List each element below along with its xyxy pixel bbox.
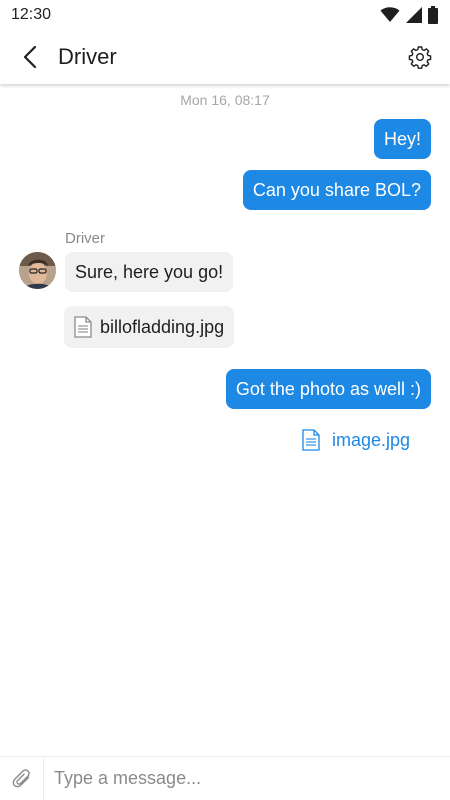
avatar-image <box>19 252 56 289</box>
battery-icon <box>428 6 438 24</box>
incoming-message[interactable]: Sure, here you go! <box>65 252 234 292</box>
settings-button[interactable] <box>400 37 440 77</box>
chevron-left-icon <box>23 45 37 69</box>
paperclip-icon <box>12 768 30 787</box>
chat-screen: 12:30 Driver Mon 16, 08:17 Hey! Can you … <box>0 0 450 800</box>
status-icons <box>380 6 438 24</box>
incoming-file-attachment[interactable]: billofladding.jpg <box>64 306 235 348</box>
outgoing-message[interactable]: Got the photo as well :) <box>225 369 431 409</box>
file-name: billofladding.jpg <box>100 316 225 337</box>
message-timestamp: Mon 16, 08:17 <box>180 92 270 108</box>
attach-button[interactable] <box>0 756 44 800</box>
gear-icon <box>408 46 432 69</box>
file-icon <box>302 429 320 451</box>
outgoing-message[interactable]: Can you share BOL? <box>242 170 431 210</box>
wifi-icon <box>380 7 400 23</box>
page-title: Driver <box>58 44 117 69</box>
message-composer <box>0 756 450 800</box>
file-name: image.jpg <box>332 429 411 450</box>
avatar[interactable] <box>19 252 56 289</box>
outgoing-file-attachment[interactable]: image.jpg <box>302 426 410 454</box>
status-bar: 12:30 <box>0 0 450 30</box>
message-list[interactable]: Mon 16, 08:17 Hey! Can you share BOL? Dr… <box>0 84 450 756</box>
status-time: 12:30 <box>11 6 52 23</box>
app-bar: Driver <box>0 30 450 84</box>
back-button[interactable] <box>10 37 50 77</box>
sender-name: Driver <box>65 230 105 247</box>
outgoing-message[interactable]: Hey! <box>373 119 431 159</box>
signal-icon <box>406 7 422 23</box>
message-input[interactable] <box>44 757 450 800</box>
file-icon <box>74 316 92 338</box>
